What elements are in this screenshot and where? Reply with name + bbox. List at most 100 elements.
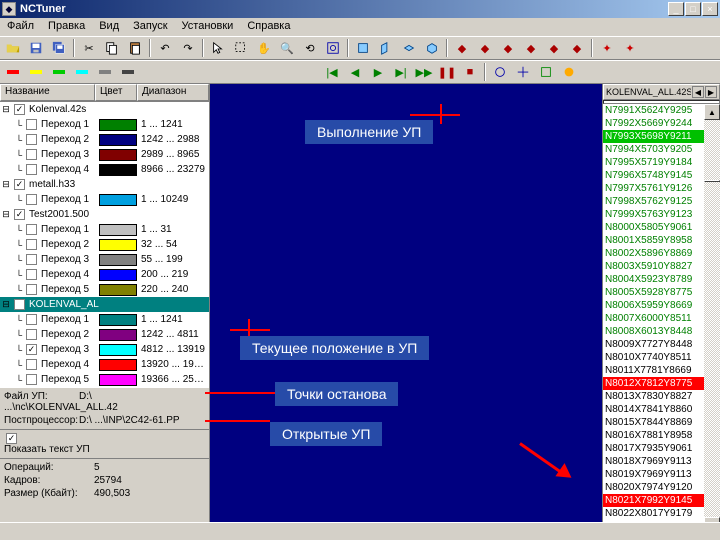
menu-item[interactable]: Установки xyxy=(175,18,241,36)
diamond-5-icon[interactable]: ◆ xyxy=(543,38,565,58)
color-marker-4[interactable] xyxy=(71,62,93,82)
menu-item[interactable]: Справка xyxy=(240,18,297,36)
diamond-1-icon[interactable]: ◆ xyxy=(451,38,473,58)
save-all-icon[interactable] xyxy=(48,38,70,58)
scroll-track[interactable] xyxy=(704,120,720,517)
col-color[interactable]: Цвет xyxy=(95,84,137,101)
tree-group[interactable]: ⊟✓metall.h33 xyxy=(0,177,209,192)
color-marker-6[interactable] xyxy=(117,62,139,82)
color-marker-2[interactable] xyxy=(25,62,47,82)
nc-line[interactable]: N7995X5719Y9184 xyxy=(603,156,704,169)
nc-line[interactable]: N7992X5669Y9244 xyxy=(603,117,704,130)
nc-line[interactable]: N8002X5896Y8869 xyxy=(603,247,704,260)
nc-line[interactable]: N8003X5910Y8827 xyxy=(603,260,704,273)
nc-line[interactable]: N8009X7727Y8448 xyxy=(603,338,704,351)
tree-row[interactable]: └Переход 5220 ... 240 xyxy=(0,282,209,297)
checkbox[interactable] xyxy=(26,239,37,250)
nc-line[interactable]: N8017X7935Y9061 xyxy=(603,442,704,455)
nc-line[interactable]: N8010X7740Y8511 xyxy=(603,351,704,364)
menu-item[interactable]: Правка xyxy=(41,18,92,36)
checkbox[interactable]: ✓ xyxy=(14,179,25,190)
nc-line[interactable]: N8015X7844Y8869 xyxy=(603,416,704,429)
undo-icon[interactable]: ↶ xyxy=(154,38,176,58)
nc-line[interactable]: N7997X5761Y9126 xyxy=(603,182,704,195)
cursor-icon[interactable] xyxy=(207,38,229,58)
viewport[interactable]: Выполнение УП Текущее положение в УП Точ… xyxy=(210,84,602,522)
tree-row[interactable]: └Переход 232 ... 54 xyxy=(0,237,209,252)
tree-row[interactable]: └Переход 11 ... 1241 xyxy=(0,117,209,132)
tree-row[interactable]: └Переход 11 ... 1241 xyxy=(0,312,209,327)
col-name[interactable]: Название xyxy=(0,84,95,101)
tree-row[interactable]: └✓Переход 34812 ... 13919 xyxy=(0,342,209,357)
color-marker-5[interactable] xyxy=(94,62,116,82)
nc-line[interactable]: N8021X7992Y9145 xyxy=(603,494,704,507)
checkbox[interactable] xyxy=(26,284,37,295)
diamond-6-icon[interactable]: ◆ xyxy=(566,38,588,58)
minimize-button[interactable]: _ xyxy=(668,2,684,16)
step-back-icon[interactable]: ◀ xyxy=(344,62,366,82)
expander-icon[interactable]: ⊟ xyxy=(0,104,12,115)
extra-4-icon[interactable] xyxy=(558,62,580,82)
checkbox[interactable]: ✓ xyxy=(14,104,25,115)
checkbox[interactable] xyxy=(26,329,37,340)
close-button[interactable]: × xyxy=(702,2,718,16)
tool-a-icon[interactable]: ✦ xyxy=(596,38,618,58)
nc-line[interactable]: N8022X8017Y9179 xyxy=(603,507,704,520)
tree-row[interactable]: └Переход 48966 ... 23279 xyxy=(0,162,209,177)
diamond-2-icon[interactable]: ◆ xyxy=(474,38,496,58)
zoom-window-icon[interactable] xyxy=(230,38,252,58)
nc-line[interactable]: N8014X7841Y8860 xyxy=(603,403,704,416)
checkbox[interactable] xyxy=(26,374,37,385)
nc-line[interactable]: N7998X5762Y9125 xyxy=(603,195,704,208)
step-fwd-icon[interactable]: ▶| xyxy=(390,62,412,82)
nc-line[interactable]: N8001X5859Y8958 xyxy=(603,234,704,247)
checkbox[interactable] xyxy=(26,269,37,280)
view-side-icon[interactable] xyxy=(375,38,397,58)
save-icon[interactable] xyxy=(25,38,47,58)
nc-line[interactable]: N8008X6013Y8448 xyxy=(603,325,704,338)
view-front-icon[interactable] xyxy=(352,38,374,58)
expander-icon[interactable]: ⊟ xyxy=(0,209,12,220)
nc-line[interactable]: N8020X7974Y9120 xyxy=(603,481,704,494)
pan-icon[interactable]: ✋ xyxy=(253,38,275,58)
tree-row[interactable]: └Переход 4200 ... 219 xyxy=(0,267,209,282)
menu-item[interactable]: Файл xyxy=(0,18,41,36)
paste-icon[interactable] xyxy=(124,38,146,58)
zoom-icon[interactable]: 🔍 xyxy=(276,38,298,58)
nc-line[interactable]: N8000X5805Y9061 xyxy=(603,221,704,234)
color-marker-3[interactable] xyxy=(48,62,70,82)
tree-row[interactable]: └Переход 355 ... 199 xyxy=(0,252,209,267)
open-icon[interactable] xyxy=(2,38,24,58)
cut-icon[interactable]: ✂ xyxy=(78,38,100,58)
diamond-3-icon[interactable]: ◆ xyxy=(497,38,519,58)
tree-row[interactable]: └Переход 11 ... 31 xyxy=(0,222,209,237)
nc-line[interactable]: N8006X5959Y8669 xyxy=(603,299,704,312)
checkbox[interactable]: ✓ xyxy=(14,299,25,310)
tree-group[interactable]: ⊟✓Kolenval.42s xyxy=(0,102,209,117)
copy-icon[interactable] xyxy=(101,38,123,58)
tree-row[interactable]: └Переход 21242 ... 4811 xyxy=(0,327,209,342)
scrollbar[interactable]: ▲ ▼ xyxy=(704,104,720,533)
checkbox[interactable] xyxy=(26,194,37,205)
expander-icon[interactable]: ⊟ xyxy=(0,299,12,310)
fit-icon[interactable] xyxy=(322,38,344,58)
tree-body[interactable]: ⊟✓Kolenval.42s└Переход 11 ... 1241└Перех… xyxy=(0,102,209,387)
checkbox[interactable] xyxy=(26,224,37,235)
stop-icon[interactable]: ■ xyxy=(459,62,481,82)
extra-2-icon[interactable] xyxy=(512,62,534,82)
show-text-checkbox[interactable]: ✓ xyxy=(6,433,17,444)
extra-1-icon[interactable] xyxy=(489,62,511,82)
nc-line[interactable]: N8004X5923Y8789 xyxy=(603,273,704,286)
col-range[interactable]: Диапазон xyxy=(137,84,209,101)
checkbox[interactable]: ✓ xyxy=(14,209,25,220)
nc-line[interactable]: N8012X7812Y8775 xyxy=(603,377,704,390)
prev-file-button[interactable]: ◀ xyxy=(692,86,704,98)
checkbox[interactable] xyxy=(26,134,37,145)
nc-code-list[interactable]: N7991X5624Y9295N7992X5669Y9244N7993X5698… xyxy=(603,104,704,533)
tree-row[interactable]: └Переход 21242 ... 2988 xyxy=(0,132,209,147)
menu-item[interactable]: Запуск xyxy=(126,18,174,36)
nc-line[interactable]: N8016X7881Y8958 xyxy=(603,429,704,442)
checkbox[interactable] xyxy=(26,119,37,130)
nc-line[interactable]: N8007X6000Y8511 xyxy=(603,312,704,325)
tree-row[interactable]: └Переход 413920 ... 19… xyxy=(0,357,209,372)
